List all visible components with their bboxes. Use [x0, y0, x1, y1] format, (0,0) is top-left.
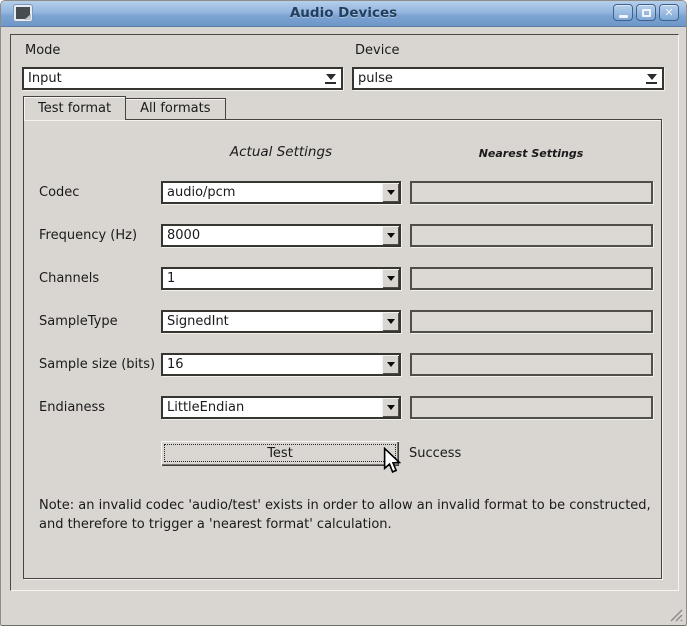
device-combobox[interactable]: pulse: [352, 67, 664, 90]
window-title: Audio Devices: [1, 5, 686, 21]
mode-combobox-value: Input: [28, 71, 62, 86]
maximize-button[interactable]: [636, 4, 656, 21]
close-icon: ✕: [664, 7, 673, 18]
device-label: Device: [355, 43, 399, 58]
tab-test-format[interactable]: Test format: [23, 96, 126, 120]
test-format-pane: [23, 119, 662, 579]
audio-devices-window: Audio Devices ✕ Mode Input Device pulse …: [0, 0, 687, 626]
minimize-button[interactable]: [613, 4, 633, 21]
mode-combobox[interactable]: Input: [22, 67, 343, 90]
window-controls: ✕: [613, 4, 679, 21]
tab-bar: Test format All formats: [23, 96, 226, 120]
titlebar[interactable]: Audio Devices ✕: [1, 1, 686, 27]
maximize-icon: [642, 9, 651, 17]
mode-label: Mode: [25, 43, 60, 58]
resize-grip[interactable]: [670, 609, 683, 622]
close-button[interactable]: ✕: [659, 4, 679, 21]
device-combobox-value: pulse: [358, 71, 393, 86]
tab-all-formats[interactable]: All formats: [126, 98, 225, 119]
dropdown-arrow-icon: [646, 74, 657, 84]
minimize-icon: [619, 15, 628, 18]
dropdown-arrow-icon: [325, 74, 336, 84]
